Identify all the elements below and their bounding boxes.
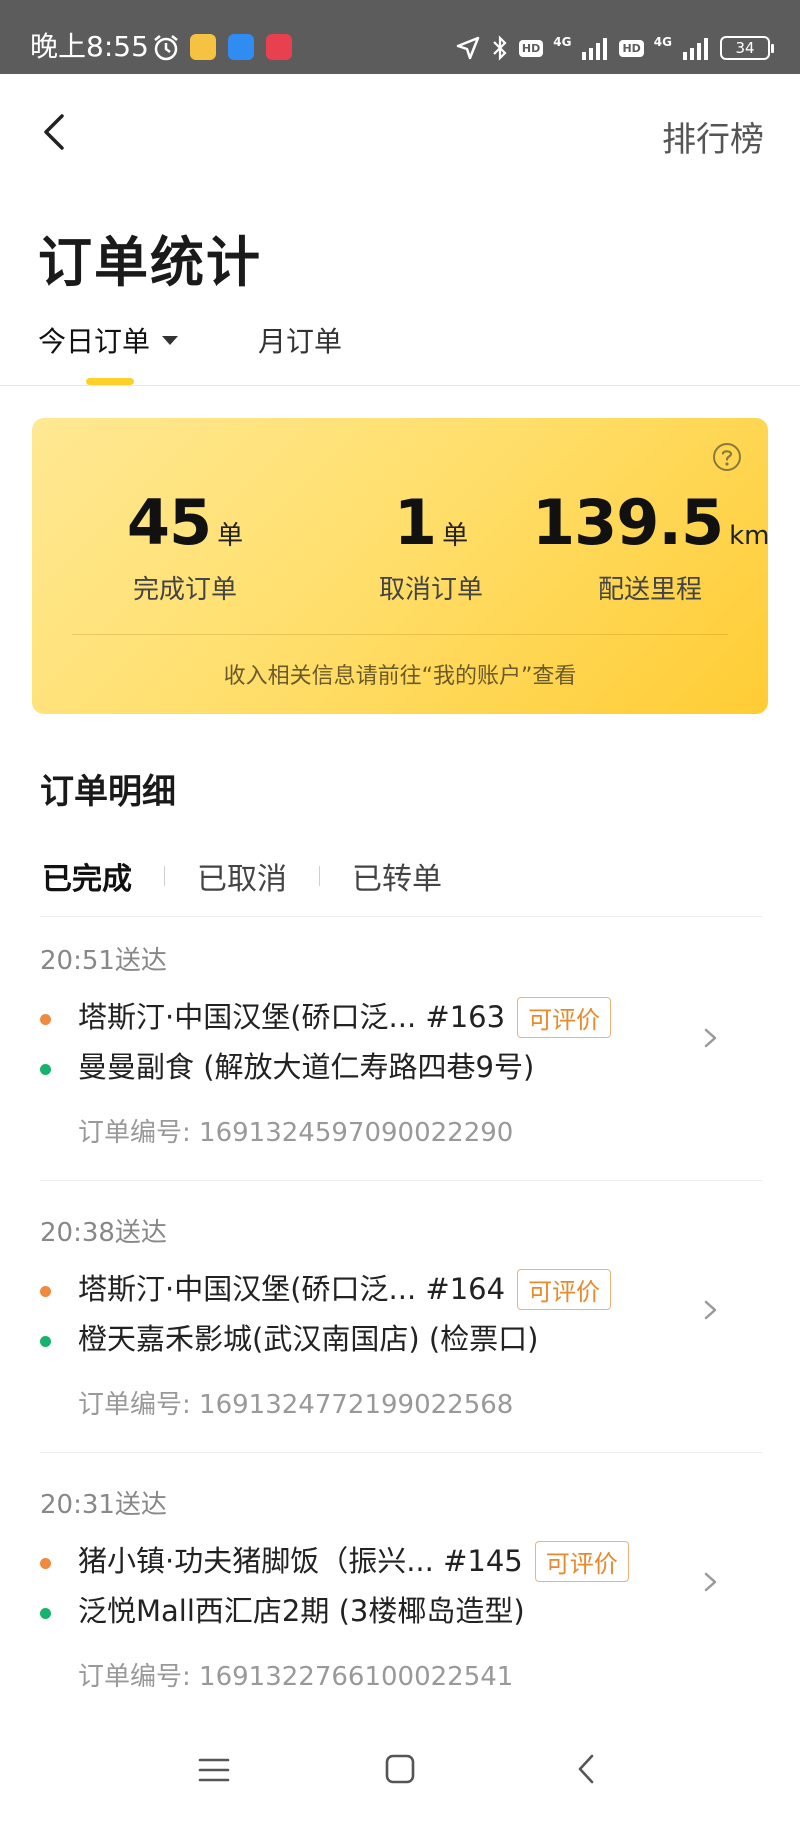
help-question-icon[interactable] bbox=[712, 442, 742, 472]
dropoff-dot-icon bbox=[40, 1608, 51, 1619]
order-shop: 塔斯汀·中国汉堡(硚口泛... #164 可评价 bbox=[78, 1266, 612, 1312]
filter-separator bbox=[319, 866, 320, 886]
bluetooth-icon bbox=[493, 35, 507, 61]
distance-label: 配送里程 bbox=[597, 575, 702, 605]
chevron-right-icon bbox=[704, 1300, 717, 1320]
chevron-right-icon bbox=[704, 1572, 717, 1592]
hd-badge: HD bbox=[619, 39, 644, 57]
delivery-time: 20:38送达 bbox=[40, 1218, 167, 1248]
app-notification-icon bbox=[266, 34, 292, 60]
chevron-right-icon bbox=[704, 1028, 717, 1048]
delivery-time: 20:51送达 bbox=[40, 946, 167, 976]
completed-count: 45 bbox=[126, 486, 212, 559]
active-tab-indicator bbox=[86, 378, 134, 385]
delivery-time: 20:31送达 bbox=[40, 1490, 167, 1520]
status-filter-tabs: 已完成 已取消 已转单 bbox=[42, 854, 442, 898]
status-bar: 晚上8:55 HD 4G HD 4G 34 bbox=[0, 0, 800, 74]
filter-completed[interactable]: 已完成 bbox=[42, 854, 132, 898]
order-item[interactable]: 20:31送达 猪小镇·功夫猪脚饭（振兴... #145 可评价 泛悦Mall西汇… bbox=[0, 1460, 800, 1732]
summary-card: 45 单 完成订单 1单 取消订单 139.5 km 配送里程 收入相关信息请前往“… bbox=[32, 418, 770, 714]
order-item[interactable]: 20:51送达 塔斯汀·中国汉堡(硚口泛... #163 可评价 曼曼副食 (解放… bbox=[0, 916, 800, 1188]
completed-label: 完成订单 bbox=[132, 575, 237, 605]
back-arrow-icon[interactable] bbox=[36, 110, 72, 154]
network-type: 4G bbox=[553, 35, 572, 49]
status-right-group: HD 4G HD 4G 34 bbox=[455, 34, 774, 62]
delivery-address: 橙天嘉禾影城(武汉南国店) (检票口) bbox=[78, 1322, 539, 1356]
order-details-title: 订单明细 bbox=[40, 772, 176, 812]
nav-back-icon[interactable] bbox=[574, 1750, 598, 1788]
cancelled-label: 取消订单 bbox=[378, 575, 483, 605]
pickup-dot-icon bbox=[40, 1286, 51, 1297]
income-note: 收入相关信息请前往“我的账户”查看 bbox=[223, 664, 577, 689]
stat-distance: 139.5 km 配送里程 bbox=[532, 486, 770, 606]
list-divider bbox=[40, 1180, 762, 1181]
leaderboard-link[interactable]: 排行榜 bbox=[662, 112, 764, 161]
network-type: 4G bbox=[653, 35, 672, 49]
order-shop: 塔斯汀·中国汉堡(硚口泛... #163 可评价 bbox=[78, 994, 612, 1040]
delivery-address: 泛悦Mall西汇店2期 (3楼椰岛造型) bbox=[78, 1594, 525, 1628]
completed-unit: 单 bbox=[217, 521, 244, 551]
review-tag[interactable]: 可评价 bbox=[534, 1540, 629, 1582]
order-number: 订单编号: 1691324597090022290 bbox=[78, 1118, 514, 1148]
alarm-icon bbox=[154, 35, 178, 61]
filter-cancelled[interactable]: 已取消 bbox=[197, 854, 287, 898]
tab-today-orders[interactable]: 今日订单 bbox=[38, 320, 179, 360]
stat-completed: 45 单 完成订单 bbox=[70, 486, 300, 606]
battery-icon: 34 bbox=[720, 36, 774, 60]
status-time: 晚上8:55 bbox=[30, 30, 149, 63]
review-tag[interactable]: 可评价 bbox=[517, 996, 612, 1038]
order-number: 订单编号: 1691322766100022541 bbox=[78, 1662, 514, 1692]
signal-icon bbox=[683, 38, 708, 60]
home-square-icon[interactable] bbox=[384, 1752, 416, 1786]
order-shop: 猪小镇·功夫猪脚饭（振兴... #145 可评价 bbox=[78, 1538, 629, 1584]
system-nav-bar bbox=[0, 1720, 800, 1822]
order-item[interactable]: 20:38送达 塔斯汀·中国汉堡(硚口泛... #164 可评价 橙天嘉禾影城(武… bbox=[0, 1188, 800, 1460]
dropoff-dot-icon bbox=[40, 1336, 51, 1347]
cancelled-count: 1 bbox=[393, 486, 437, 559]
page-title: 订单统计 bbox=[38, 231, 262, 294]
tab-month-orders[interactable]: 月订单 bbox=[258, 320, 342, 360]
order-number: 订单编号: 1691324772199022568 bbox=[78, 1390, 514, 1420]
delivery-address: 曼曼副食 (解放大道仁寿路四巷9号) bbox=[78, 1050, 535, 1084]
review-tag[interactable]: 可评价 bbox=[517, 1268, 612, 1310]
period-tabs: 今日订单 月订单 bbox=[0, 318, 800, 386]
hd-badge: HD bbox=[518, 39, 544, 57]
tab-today-label: 今日订单 bbox=[38, 325, 151, 358]
stat-cancelled: 1单 取消订单 bbox=[316, 486, 546, 606]
pickup-dot-icon bbox=[40, 1558, 51, 1569]
app-notification-icon bbox=[228, 34, 254, 60]
filter-separator bbox=[164, 866, 165, 886]
list-divider bbox=[40, 1452, 762, 1453]
distance-unit: km bbox=[729, 521, 770, 551]
app-notification-icon bbox=[190, 34, 216, 60]
signal-icon bbox=[582, 38, 608, 60]
shop-name: 塔斯汀·中国汉堡(硚口泛... #164 bbox=[78, 1272, 506, 1306]
card-divider bbox=[72, 634, 728, 635]
cancelled-unit: 单 bbox=[442, 521, 469, 551]
caret-down-icon bbox=[162, 335, 179, 345]
dropoff-dot-icon bbox=[40, 1064, 51, 1075]
shop-name: 塔斯汀·中国汉堡(硚口泛... #163 bbox=[78, 1000, 506, 1034]
shop-name: 猪小镇·功夫猪脚饭（振兴... #145 bbox=[78, 1544, 523, 1578]
menu-icon[interactable] bbox=[198, 1756, 230, 1784]
filter-transferred[interactable]: 已转单 bbox=[352, 854, 442, 898]
distance-value: 139.5 bbox=[532, 486, 724, 559]
pickup-dot-icon bbox=[40, 1014, 51, 1025]
location-icon bbox=[456, 36, 480, 60]
